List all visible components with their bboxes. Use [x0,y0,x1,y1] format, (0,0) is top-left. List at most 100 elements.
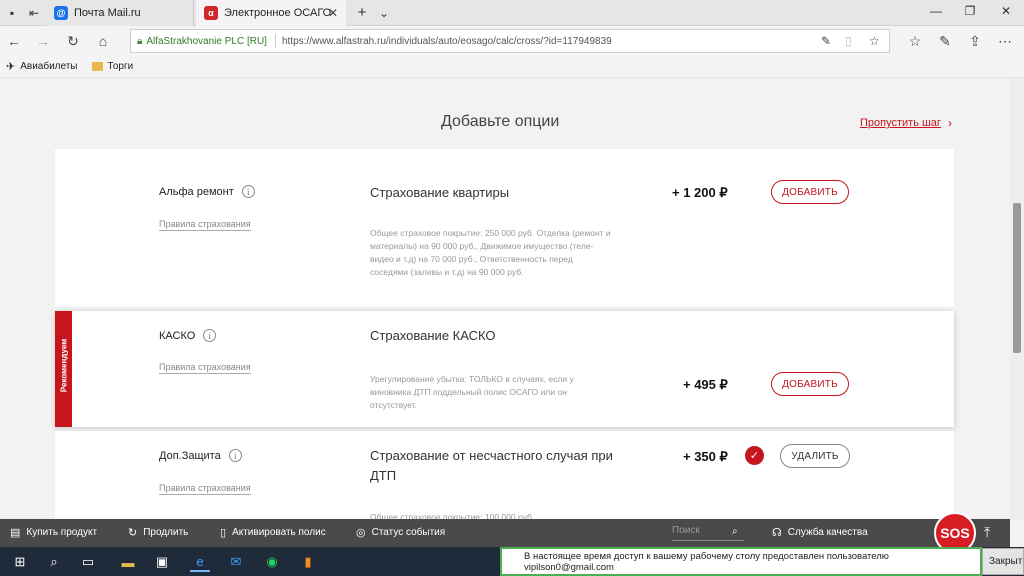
back-icon[interactable]: ← [5,32,23,50]
sitebar-label: Активировать полис [232,527,326,538]
info-icon[interactable]: i [203,329,217,342]
skip-step-link[interactable]: Пропустить шаг [860,117,941,129]
page-title: Добавьте опции [441,113,560,130]
restore-icon[interactable]: ❐ [962,4,978,18]
refresh-icon[interactable]: ↻ [64,32,82,50]
scroll-to-top-icon[interactable]: ⤒ [984,524,990,541]
favorite-torgi[interactable]: Торги [91,61,134,72]
forward-icon[interactable]: → [34,32,52,50]
option-price: + 1 200 ₽ [672,185,728,200]
recommended-badge: Рекомендуем [55,311,72,427]
favorite-label: Авиабилеты [20,61,78,72]
scrollbar-thumb[interactable] [1013,203,1021,353]
sitebar-label: Служба качества [787,527,868,538]
favorite-star-icon[interactable]: ☆ [869,34,880,48]
page-content: Добавьте опции Пропустить шаг › Альфа ре… [0,79,1010,519]
coverage-title: Страхование КАСКО [370,328,496,343]
renew-icon: ↻ [128,527,138,539]
reading-view-icon[interactable]: ▯ [845,34,852,48]
remove-button[interactable]: УДАЛИТЬ [780,444,850,468]
sitebar-label: Статус события [371,527,446,538]
add-button[interactable]: ДОБАВИТЬ [771,372,849,396]
more-icon[interactable]: ⋯ [996,32,1014,50]
home-icon[interactable]: ⌂ [94,32,112,50]
edge-icon[interactable]: e [190,552,210,572]
option-price: + 350 ₽ [683,449,728,464]
tab-osago[interactable]: α Электронное ОСАГО ✕ [196,0,346,26]
rules-link[interactable]: Правила страхования [159,483,251,495]
coverage-title: Страхование от несчастного случая при ДТ… [370,448,613,483]
buy-product-link[interactable]: ▤ Купить продукт [10,526,97,539]
coverage-title: Страхование квартиры [370,185,510,200]
whatsapp-icon[interactable]: ◉ [262,552,282,572]
renew-link[interactable]: ↻ Продлить [128,526,188,539]
product-name: КАСКО i [159,329,217,342]
pen-icon[interactable]: ✎ [821,34,831,48]
favorites-list-icon[interactable]: ☆ [906,32,924,50]
share-icon[interactable]: ⇪ [966,32,984,50]
document-app-icon[interactable]: ▮ [298,552,318,572]
windows-start-icon[interactable]: ⊞ [10,552,30,572]
add-button[interactable]: ДОБАВИТЬ [771,180,849,204]
document-icon: ▯ [220,527,227,539]
minimize-icon[interactable]: — [928,4,944,18]
activate-policy-link[interactable]: ▯ Активировать полис [220,526,326,539]
plane-icon: ✈ [6,61,16,73]
chevron-right-icon[interactable]: › [948,116,952,130]
cart-icon: ▤ [10,527,21,539]
address-bar[interactable]: 🔒︎ AlfaStrakhovanie PLC [RU] https://www… [130,29,890,53]
option-card-kasko: Рекомендуем КАСКО i Правила страхования … [55,311,954,427]
product-name-text: КАСКО [159,329,196,342]
mail-icon[interactable]: ✉ [226,552,246,572]
notes-icon[interactable]: ✎ [936,32,954,50]
info-icon[interactable]: i [228,449,242,462]
rules-link[interactable]: Правила страхования [159,362,251,374]
event-status-link[interactable]: ◎ Статус события [356,526,445,539]
browser-tab-bar: ▪ ⇤ @ Почта Mail.ru α Электронное ОСАГО … [0,0,1024,26]
sitebar-label: Купить продукт [26,527,98,538]
lock-icon: 🔒︎ [137,35,143,47]
remote-access-notification: В настоящее время доступ к вашему рабоче… [500,547,982,576]
headset-icon: ☊ [772,527,782,539]
new-tab-icon[interactable]: + [354,5,370,21]
url-text[interactable]: https://www.alfastrah.ru/individuals/aut… [282,36,612,47]
option-card-alfa-repair: Альфа ремонт i Правила страхования Страх… [55,149,954,307]
rules-link[interactable]: Правила страхования [159,219,251,231]
coverage-description: Общее страховое покрытие: 250 000 руб. О… [370,228,611,277]
tab-mail[interactable]: @ Почта Mail.ru [46,0,194,26]
file-explorer-icon[interactable]: ▬ [118,552,138,572]
search-icon[interactable]: ⌕ [44,552,64,572]
site-identity[interactable]: AlfaStrakhovanie PLC [RU] [146,36,267,47]
search-icon[interactable]: ⌕ [732,526,738,537]
tab-actions-icon[interactable]: ▪ [4,5,20,21]
favorite-aviatickets[interactable]: ✈ Авиабилеты [6,60,78,73]
quality-service-link[interactable]: ☊ Служба качества [772,526,868,539]
notification-close-button[interactable]: Закрыть [982,548,1024,575]
product-name: Альфа ремонт i [159,185,255,198]
scrollbar[interactable] [1010,79,1024,519]
option-card-extra-protection: Доп.Защита i Правила страхования Страхов… [55,431,954,519]
site-bottom-bar: ▤ Купить продукт ↻ Продлить ▯ Активирова… [0,519,1010,547]
alfa-favicon-icon: α [204,6,218,20]
store-icon[interactable]: ▣ [152,552,172,572]
recommended-label: Рекомендуем [59,338,69,393]
product-name-text: Альфа ремонт [159,185,234,198]
divider [274,34,276,48]
set-aside-tabs-icon[interactable]: ⇤ [26,5,42,21]
close-tab-icon[interactable]: ✕ [328,6,338,20]
task-view-icon[interactable]: ▭ [78,552,98,572]
chevron-down-icon[interactable]: ⌄ [376,5,392,21]
info-icon[interactable]: i [241,185,255,198]
mail-favicon-icon: @ [54,6,68,20]
window-close-icon[interactable]: ✕ [998,4,1014,18]
folder-icon [91,62,103,71]
favorite-label: Торги [107,61,134,72]
product-name: Доп.Защита i [159,449,242,462]
tab-label: Электронное ОСАГО [224,7,332,19]
browser-toolbar: ← → ↻ ⌂ 🔒︎ AlfaStrakhovanie PLC [RU] htt… [0,26,1024,56]
tab-label: Почта Mail.ru [74,7,141,19]
coverage-description: Урегулирование убытка: ТОЛЬКО в случаях,… [370,374,574,410]
notification-text: В настоящее время доступ к вашему рабоче… [524,550,889,573]
selected-check-icon[interactable]: ✓ [745,446,764,465]
product-name-text: Доп.Защита [159,449,221,462]
